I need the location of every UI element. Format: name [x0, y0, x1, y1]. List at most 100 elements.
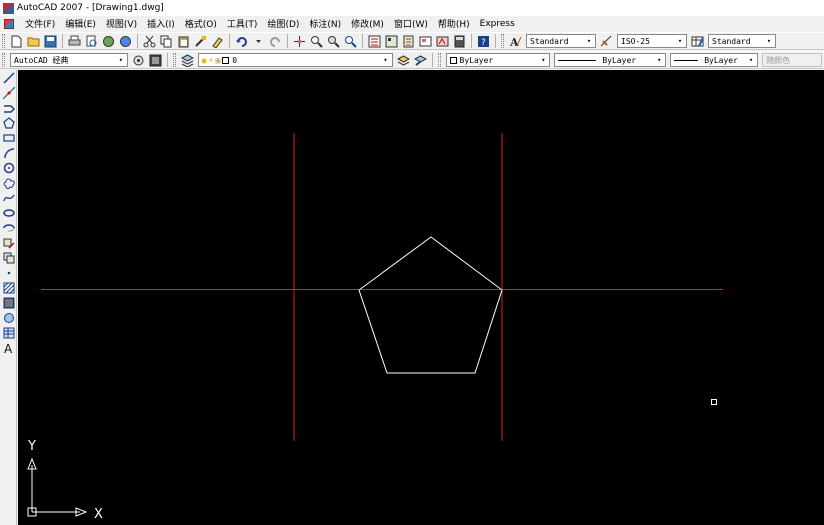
design-center-icon[interactable] — [384, 34, 399, 49]
rectangle-icon[interactable] — [1, 130, 16, 145]
help-icon[interactable]: ? — [476, 34, 491, 49]
text-style-select[interactable]: Standard ▾ — [526, 34, 596, 48]
table-style-select[interactable]: Standard ▾ — [708, 34, 776, 48]
menu-modify[interactable]: 修改(M) — [346, 17, 389, 30]
svg-text:A: A — [4, 342, 13, 354]
model-space-drawing: Y X — [27, 133, 723, 522]
undo-icon[interactable] — [234, 34, 249, 49]
drawing-canvas[interactable]: Y X — [18, 70, 824, 525]
my-workspace-icon[interactable] — [148, 53, 163, 68]
properties-icon[interactable] — [367, 34, 382, 49]
menu-tools[interactable]: 工具(T) — [222, 17, 263, 30]
save-icon[interactable] — [43, 34, 58, 49]
menu-express[interactable]: Express — [475, 19, 520, 29]
menu-help[interactable]: 帮助(H) — [433, 17, 475, 30]
color-control-select[interactable]: ByLayer ▾ — [445, 53, 551, 67]
draw-toolbar: A — [0, 70, 17, 525]
3d-dwf-icon[interactable] — [118, 34, 133, 49]
block-editor-icon[interactable] — [210, 34, 225, 49]
ucs-icon: Y X — [27, 439, 103, 522]
insert-block-icon[interactable] — [1, 235, 16, 250]
polygon-icon[interactable] — [1, 115, 16, 130]
zoom-window-icon[interactable] — [326, 34, 341, 49]
cursor-pickbox — [711, 399, 717, 405]
line-icon[interactable] — [1, 70, 16, 85]
layers-toolbar-grip[interactable] — [172, 53, 176, 67]
properties-toolbar-grip[interactable] — [437, 53, 441, 67]
construction-line-icon[interactable] — [1, 85, 16, 100]
toolbar-separator — [431, 53, 433, 67]
layer-thaw-icon[interactable]: ☀ — [209, 56, 214, 65]
pentagon[interactable] — [358, 236, 503, 374]
sheet-set-icon[interactable] — [418, 34, 433, 49]
make-block-icon[interactable] — [1, 250, 16, 265]
zoom-realtime-icon[interactable] — [309, 34, 324, 49]
redo-icon[interactable] — [268, 34, 283, 49]
new-icon[interactable] — [9, 34, 24, 49]
layer-unlock-icon[interactable]: ▣ — [215, 56, 220, 65]
hatch-icon[interactable] — [1, 280, 16, 295]
spline-icon[interactable] — [1, 190, 16, 205]
menu-insert[interactable]: 插入(I) — [142, 17, 180, 30]
text-style-icon[interactable]: A — [508, 34, 523, 49]
paste-icon[interactable] — [176, 34, 191, 49]
linetype-control-select[interactable]: ByLayer ▾ — [554, 53, 667, 67]
match-properties-icon[interactable] — [193, 34, 208, 49]
copy-icon[interactable] — [159, 34, 174, 49]
ucs-x-label: X — [94, 507, 103, 522]
menu-draw[interactable]: 绘图(D) — [262, 17, 304, 30]
ellipse-icon[interactable] — [1, 205, 16, 220]
gradient-icon[interactable] — [1, 295, 16, 310]
menu-format[interactable]: 格式(O) — [180, 17, 222, 30]
chevron-down-icon: ▾ — [749, 56, 754, 64]
toolbar-separator — [362, 34, 363, 48]
cut-icon[interactable] — [142, 34, 157, 49]
circle-icon[interactable] — [1, 160, 16, 175]
layer-select[interactable]: ● ☀ ▣ 0 ▾ — [197, 53, 393, 67]
menu-file[interactable]: 文件(F) — [20, 17, 60, 30]
toolbar-grip[interactable] — [2, 53, 5, 67]
toolbar-grip[interactable] — [2, 34, 5, 48]
table-style-icon[interactable] — [690, 34, 705, 49]
lineweight-control-select[interactable]: ByLayer ▾ — [670, 53, 759, 67]
table-icon[interactable] — [1, 325, 16, 340]
polyline-icon[interactable] — [1, 100, 16, 115]
plot-icon[interactable] — [67, 34, 82, 49]
point-icon[interactable] — [1, 265, 16, 280]
ellipse-arc-icon[interactable] — [1, 220, 16, 235]
layer-on-icon[interactable]: ● — [202, 56, 207, 65]
styles-toolbar-grip[interactable] — [501, 34, 504, 48]
open-icon[interactable] — [26, 34, 41, 49]
chevron-down-icon: ▾ — [586, 37, 592, 45]
menu-dimension[interactable]: 标注(N) — [304, 17, 346, 30]
tool-palettes-icon[interactable] — [401, 34, 416, 49]
dimension-style-select[interactable]: ISO-25 ▾ — [617, 34, 687, 48]
region-icon[interactable] — [1, 310, 16, 325]
workspace-select[interactable]: AutoCAD 经典 ▾ — [10, 53, 128, 67]
toolbar-separator — [62, 34, 63, 48]
menu-window[interactable]: 窗口(W) — [389, 17, 433, 30]
arc-icon[interactable] — [1, 145, 16, 160]
markup-icon[interactable] — [435, 34, 450, 49]
chevron-down-icon: ▾ — [118, 56, 123, 64]
chevron-down-icon: ▾ — [383, 56, 388, 64]
make-current-layer-icon[interactable] — [396, 53, 411, 68]
standard-toolbar: ? A Standard ▾ ISO-25 ▾ Standard ▾ — [0, 32, 824, 50]
layer-properties-manager-icon[interactable] — [180, 53, 195, 68]
menu-view[interactable]: 视图(V) — [101, 17, 142, 30]
document-icon[interactable] — [4, 18, 14, 29]
plot-preview-icon[interactable] — [84, 34, 99, 49]
layer-previous-icon[interactable] — [413, 53, 428, 68]
undo-dropdown-icon[interactable] — [251, 34, 266, 49]
dimension-style-icon[interactable] — [599, 34, 614, 49]
pan-icon[interactable] — [292, 34, 307, 49]
multiline-text-icon[interactable]: A — [1, 340, 16, 355]
autocad-app-icon — [3, 2, 14, 14]
zoom-previous-icon[interactable] — [343, 34, 358, 49]
menu-edit[interactable]: 编辑(E) — [60, 17, 101, 30]
quickcalc-icon[interactable] — [452, 34, 467, 49]
publish-icon[interactable] — [101, 34, 116, 49]
revision-cloud-icon[interactable] — [1, 175, 16, 190]
workspace-settings-icon[interactable] — [131, 53, 146, 68]
lineweight-preview — [674, 59, 699, 61]
